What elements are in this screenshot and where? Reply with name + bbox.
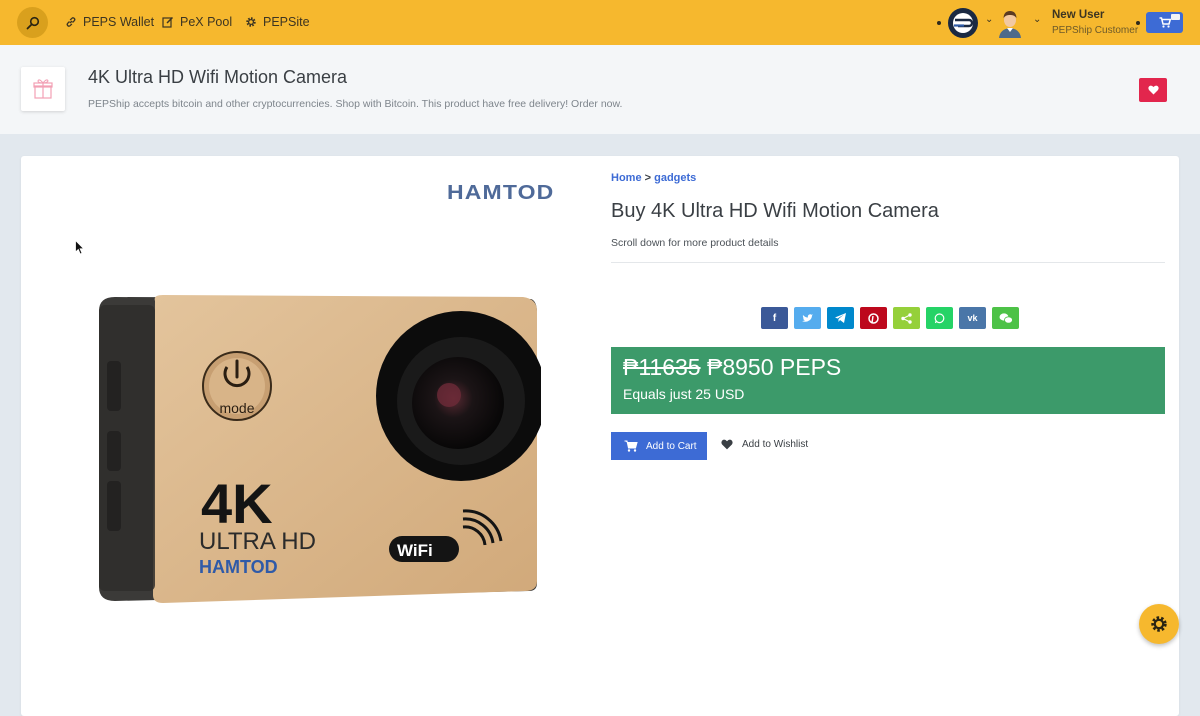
page-title: 4K Ultra HD Wifi Motion Camera: [88, 67, 348, 87]
price-line: ₱11635 ₱8950 PEPS: [623, 354, 841, 381]
user-role: PEPShip Customer: [1052, 25, 1139, 36]
cart-count-badge: [1171, 14, 1180, 20]
product-note: Scroll down for more product details: [611, 237, 779, 249]
nav-pepsite[interactable]: PEPSite: [245, 15, 310, 29]
heart-icon: [1147, 85, 1159, 95]
separator-dot: [1136, 21, 1140, 25]
user-avatar-icon: [999, 11, 1021, 38]
user-name[interactable]: New User: [1052, 9, 1104, 21]
svg-text:WiFi: WiFi: [397, 541, 433, 560]
page-header: 4K Ultra HD Wifi Motion Camera PEPShip a…: [0, 45, 1200, 134]
add-to-cart-button[interactable]: Add to Cart: [611, 432, 707, 460]
add-to-wishlist-label: Add to Wishlist: [742, 439, 809, 450]
favorite-button[interactable]: [1139, 78, 1167, 102]
edit-icon: [162, 16, 174, 28]
share-whatsapp-button[interactable]: [926, 307, 953, 329]
svg-text:HAMTOD: HAMTOD: [199, 557, 278, 577]
telegram-icon: [835, 313, 846, 323]
nav-label: PEPSite: [263, 15, 310, 29]
product-title: Buy 4K Ultra HD Wifi Motion Camera: [611, 200, 939, 222]
share-buttons: f vk: [761, 307, 1019, 329]
price-box: ₱11635 ₱8950 PEPS Equals just 25 USD: [611, 347, 1165, 414]
pepship-logo-icon: [953, 13, 974, 33]
breadcrumb: Home > gadgets: [611, 172, 696, 184]
svg-text:mode: mode: [219, 400, 254, 416]
share-sharethis-button[interactable]: [893, 307, 920, 329]
camera-illustration: mode 4K ULTRA HD HAMTOD WiFi: [99, 295, 546, 603]
vk-icon: vk: [967, 313, 978, 323]
facebook-icon: f: [772, 312, 777, 324]
add-to-wishlist-link[interactable]: Add to Wishlist: [721, 439, 808, 450]
top-navbar: PEPS Wallet PeX Pool PEPSite ⌄ ⌄ New Use…: [0, 0, 1200, 45]
gear-icon: [1151, 616, 1167, 632]
share-vk-button[interactable]: vk: [959, 307, 986, 329]
svg-text:ULTRA HD: ULTRA HD: [199, 528, 316, 555]
wechat-icon: [999, 312, 1013, 324]
breadcrumb-home[interactable]: Home: [611, 172, 642, 184]
mouse-pointer-icon: [75, 240, 85, 255]
chevron-down-icon[interactable]: ⌄: [985, 14, 993, 25]
nav-label: PeX Pool: [180, 15, 233, 29]
gear-icon: [246, 17, 256, 27]
breadcrumb-separator: >: [644, 172, 652, 184]
twitter-icon: [802, 313, 813, 322]
pinterest-icon: [868, 312, 879, 324]
share-pinterest-button[interactable]: [860, 307, 887, 329]
whatsapp-icon: [934, 312, 945, 323]
divider: [611, 262, 1165, 263]
add-to-cart-label: Add to Cart: [646, 440, 697, 452]
share-twitter-button[interactable]: [794, 307, 821, 329]
settings-button[interactable]: [1139, 604, 1179, 644]
chevron-down-icon[interactable]: ⌄: [1033, 14, 1041, 25]
share-wechat-button[interactable]: [992, 307, 1019, 329]
link-icon: [66, 17, 76, 27]
product-icon-box: [21, 67, 65, 111]
pepship-logo[interactable]: [948, 8, 978, 38]
heart-icon: [721, 439, 733, 450]
svg-text:4K: 4K: [201, 472, 273, 535]
cart-icon: [1159, 17, 1171, 28]
share-facebook-button[interactable]: f: [761, 307, 788, 329]
cart-plus-icon: [624, 440, 638, 452]
page-subtitle: PEPShip accepts bitcoin and other crypto…: [88, 98, 623, 110]
gift-icon: [33, 79, 53, 99]
current-price: ₱8950 PEPS: [706, 354, 842, 380]
usd-equivalent: Equals just 25 USD: [623, 386, 745, 402]
breadcrumb-category[interactable]: gadgets: [654, 172, 696, 184]
old-price: ₱11635: [623, 354, 701, 380]
nav-pex-pool[interactable]: PeX Pool: [162, 15, 232, 29]
brand-logo: HAMTOD: [447, 182, 555, 204]
cart-button[interactable]: [1146, 12, 1183, 33]
share-telegram-button[interactable]: [827, 307, 854, 329]
nav-peps-wallet[interactable]: PEPS Wallet: [65, 15, 154, 29]
nav-label: PEPS Wallet: [83, 15, 155, 29]
separator-dot: [937, 21, 941, 25]
avatar[interactable]: [996, 8, 1024, 38]
product-image[interactable]: mode 4K ULTRA HD HAMTOD WiFi: [91, 291, 546, 606]
search-button[interactable]: [17, 7, 48, 38]
share-icon: [901, 312, 912, 324]
search-icon: [26, 16, 39, 29]
product-card: HAMTOD mode 4K ULTRA HD HAMTOD WiFi Home…: [21, 156, 1179, 716]
